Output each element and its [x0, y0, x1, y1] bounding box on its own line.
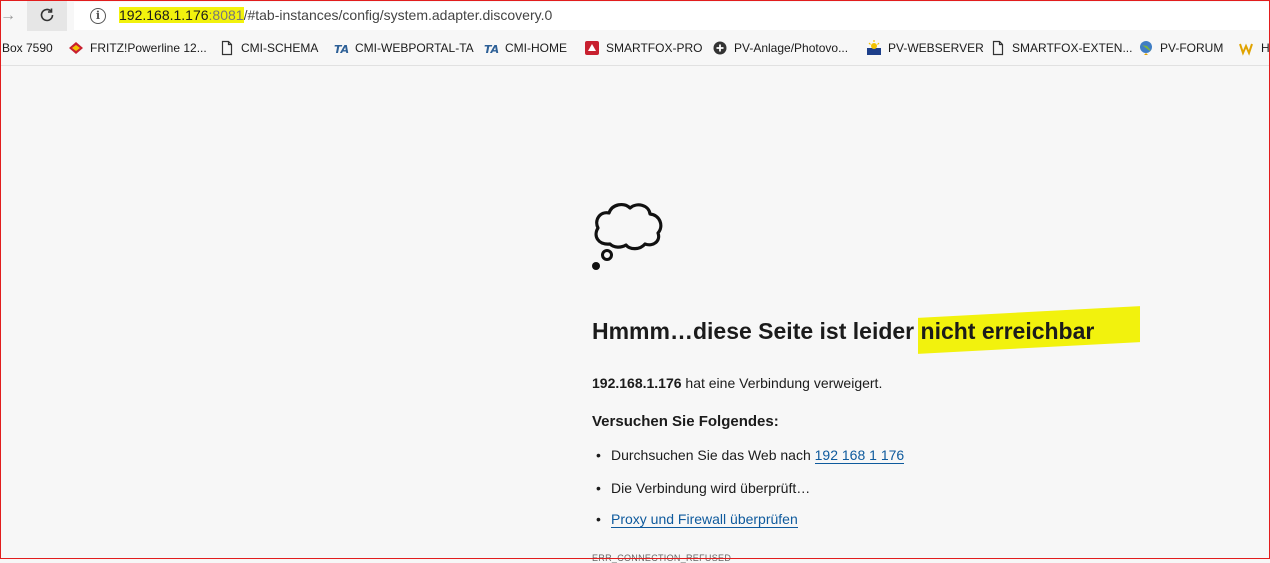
ta-icon: TA — [484, 43, 499, 56]
address-toolbar: → i 192.168.1.176:8081/#tab-instances/co… — [0, 0, 1270, 32]
ta-icon: TA — [334, 43, 349, 56]
thought-cloud-icon — [592, 202, 663, 270]
search-web-link[interactable]: 192 168 1 176 — [814, 447, 905, 464]
reload-button[interactable] — [27, 0, 67, 31]
page-icon — [221, 40, 233, 56]
refused-host: 192.168.1.176 — [592, 375, 682, 391]
bookmark-box-7590[interactable]: Box 7590 — [2, 33, 53, 63]
proxy-firewall-link[interactable]: Proxy und Firewall überprüfen — [611, 511, 798, 528]
bookmark-label: PV-WEBSERVER — [888, 41, 984, 55]
plus-circle-icon — [713, 41, 727, 55]
refused-text: hat eine Verbindung verweigert. — [681, 375, 883, 391]
bullet: • — [596, 480, 601, 496]
svg-text:TA: TA — [484, 43, 499, 56]
bookmark-label: PV-Anlage/Photovo... — [734, 41, 849, 55]
bookmark-label: CMI-SCHEMA — [241, 41, 319, 55]
bookmark-label: CMI-HOME — [505, 41, 567, 55]
h-icon — [1239, 43, 1253, 56]
check-connection-text: Die Verbindung wird überprüft… — [611, 480, 811, 496]
bookmarks-bar: Box 7590 FRITZ!Powerline 12... CMI-SCHEM… — [0, 33, 1270, 66]
url-port: :8081 — [208, 7, 244, 23]
error-code: ERR_CONNECTION_REFUSED — [592, 553, 732, 563]
svg-text:TA: TA — [334, 43, 349, 56]
bullet: • — [596, 511, 601, 527]
refused-message: 192.168.1.176 hat eine Verbindung verwei… — [592, 375, 882, 391]
bookmark-label: Box 7590 — [2, 41, 53, 55]
url-text[interactable]: 192.168.1.176:8081/#tab-instances/config… — [119, 7, 552, 23]
page-icon — [992, 40, 1004, 56]
url-host: 192.168.1.176 — [119, 7, 209, 23]
bookmark-label: SMARTFOX-EXTEN... — [1012, 41, 1133, 55]
bookmark-label: PV-FORUM — [1160, 41, 1224, 55]
globe-pin-icon — [1140, 41, 1152, 55]
bookmark-label: CMI-WEBPORTAL-TA — [355, 41, 474, 55]
window-frame — [0, 0, 1270, 559]
bookmark-label: FRITZ!Powerline 12... — [90, 41, 207, 55]
smartfox-icon — [585, 41, 599, 55]
info-icon[interactable]: i — [90, 8, 106, 24]
address-bar[interactable]: i 192.168.1.176:8081/#tab-instances/conf… — [74, 2, 1270, 30]
bookmark-label: SMARTFOX-PRO — [606, 41, 703, 55]
url-path: /#tab-instances/config/system.adapter.di… — [243, 7, 553, 23]
bookmark-label: H — [1261, 41, 1270, 55]
back-arrow-icon[interactable]: → — [0, 6, 16, 26]
page-title: Hmmm…diese Seite ist leider nicht erreic… — [592, 318, 1095, 344]
sun-flag-icon — [867, 40, 881, 55]
search-web-text: Durchsuchen Sie das Web nach — [611, 447, 815, 463]
try-heading: Versuchen Sie Folgendes: — [592, 413, 779, 430]
reload-icon — [40, 8, 54, 22]
bullet: • — [596, 447, 601, 463]
fritz-icon — [69, 42, 83, 54]
